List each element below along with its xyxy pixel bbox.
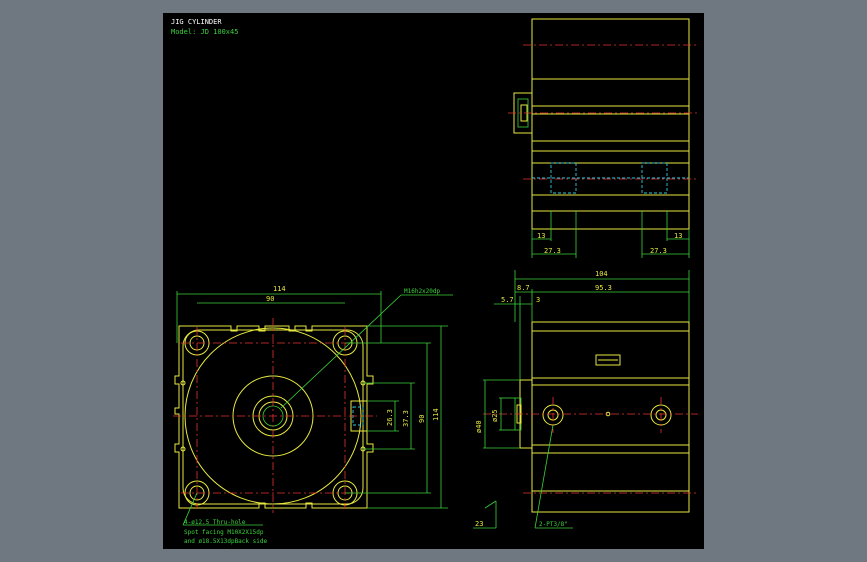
cad-viewport: JIG CYLINDER Model: JD 100x45 13 27.3 13… xyxy=(0,0,867,562)
dim-27-right: 27.3 xyxy=(650,247,667,255)
dim-27-left: 27.3 xyxy=(544,247,561,255)
drawing-model: Model: JD 100x45 xyxy=(171,28,238,36)
top-view-body xyxy=(531,18,690,230)
hole-note-line-3: and ø18.5X13dpBack side xyxy=(184,538,267,545)
dim-104: 104 xyxy=(595,270,608,278)
dim-height-90: 90 xyxy=(418,415,426,423)
cad-drawing: JIG CYLINDER Model: JD 100x45 13 27.3 13… xyxy=(171,18,698,545)
dim-phi40: ø40 xyxy=(475,420,483,433)
top-view: 13 27.3 13 27.3 xyxy=(508,18,698,258)
side-view: 104 8.7 95.3 5.7 3 ø40 ø25 23 2-PT3/8" xyxy=(473,270,698,529)
front-view: 114 90 114 90 37.3 26.3 M16h2x20dp 4-ø12… xyxy=(173,285,453,545)
dim-8-7: 8.7 xyxy=(517,284,530,292)
dim-phi25: ø25 xyxy=(491,409,499,422)
dim-width-114: 114 xyxy=(273,285,286,293)
dim-height-114: 114 xyxy=(432,408,440,421)
dim-95-3: 95.3 xyxy=(595,284,612,292)
dim-13-left: 13 xyxy=(537,232,545,240)
drawing-sheet: JIG CYLINDER Model: JD 100x45 13 27.3 13… xyxy=(163,13,704,549)
hole-note-line-1: 4-ø12.5 Thru-hole xyxy=(184,519,246,526)
dim-23: 23 xyxy=(475,520,483,528)
hole-note-line-2: Spot facing M10X2X15dp xyxy=(184,529,264,536)
dim-26-3: 26.3 xyxy=(386,409,394,426)
dim-37-3: 37.3 xyxy=(402,410,410,427)
thread-callout: M16h2x20dp xyxy=(404,288,441,295)
port-callout: 2-PT3/8" xyxy=(539,521,568,528)
drawing-title: JIG CYLINDER xyxy=(171,18,222,26)
dim-5-7: 5.7 xyxy=(501,296,514,304)
dim-3: 3 xyxy=(536,296,540,304)
dim-13-right: 13 xyxy=(674,232,682,240)
dim-width-90: 90 xyxy=(266,295,274,303)
